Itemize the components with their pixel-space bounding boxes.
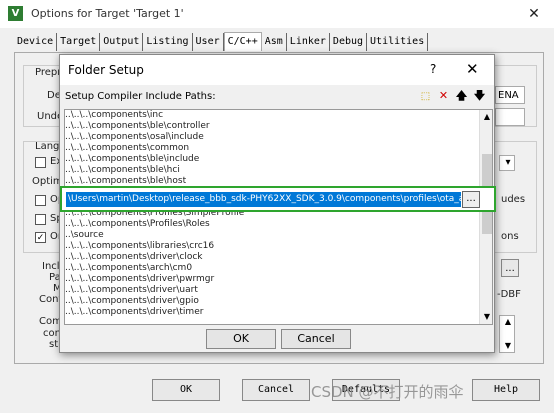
compiler-string-scrollbar[interactable]: ▲ ▼ xyxy=(499,315,515,353)
warnings-label-tail: ons xyxy=(501,231,519,242)
tab-c-cpp[interactable]: C/C++ xyxy=(223,32,262,51)
includes-label-tail: udes xyxy=(501,194,526,205)
include-path-item[interactable]: ..\source xyxy=(65,230,104,241)
include-path-item[interactable]: ..\..\..\components\driver\clock xyxy=(65,252,203,263)
include-path-item[interactable]: ..\..\..\components\arch\cm0 xyxy=(65,263,192,274)
misc-controls-value: -DBF xyxy=(497,289,521,300)
help-button[interactable]: Help xyxy=(472,379,540,401)
include-path-item[interactable]: ..\..\..\components\driver\pwrmgr xyxy=(65,274,214,285)
tab-asm[interactable]: Asm xyxy=(262,33,287,51)
include-path-item[interactable]: ..\..\..\components\ble\include xyxy=(65,154,199,165)
scroll-up-icon[interactable]: ▲ xyxy=(480,110,492,124)
undefine-field-tail[interactable] xyxy=(495,108,525,126)
tab-strip: Device Target Output Listing User C/C++ Asm Lin… xyxy=(14,32,429,52)
include-path-item[interactable]: ..\..\..\components\ble\hci xyxy=(65,165,180,176)
cancel-button[interactable]: Cancel xyxy=(242,379,310,401)
move-down-icon[interactable]: 🡇 xyxy=(471,88,488,104)
include-path-item[interactable]: ..\..\..\components\driver\gpio xyxy=(65,296,199,307)
folder-cancel-button[interactable]: Cancel xyxy=(281,329,351,349)
close-icon[interactable]: ✕ xyxy=(466,60,479,78)
one-elf-checkbox[interactable]: ✓ xyxy=(35,232,46,243)
help-icon[interactable]: ? xyxy=(430,62,436,76)
scroll-down-icon[interactable]: ▼ xyxy=(480,310,492,324)
watermark: CSDN @不打开的雨伞 xyxy=(311,383,464,401)
include-path-item[interactable]: ..\..\..\components\libraries\crc16 xyxy=(65,241,214,252)
tab-linker[interactable]: Linker xyxy=(287,33,330,51)
execute-only-checkbox[interactable] xyxy=(35,157,46,168)
include-paths-label: Setup Compiler Include Paths: xyxy=(65,91,216,102)
delete-icon[interactable]: ✕ xyxy=(435,88,452,104)
split-checkbox[interactable] xyxy=(35,214,46,225)
optimize-checkbox[interactable] xyxy=(35,195,46,206)
move-up-icon[interactable]: 🡅 xyxy=(453,88,470,104)
include-path-item[interactable]: ..\..\..\components\driver\uart xyxy=(65,285,198,296)
include-path-item[interactable]: ..\..\..\components\Profiles\Roles xyxy=(65,219,210,230)
ok-button[interactable]: OK xyxy=(152,379,220,401)
window-title: Options for Target 'Target 1' xyxy=(31,7,184,20)
list-scrollbar[interactable]: ▲ ▼ xyxy=(479,110,492,324)
tab-user[interactable]: User xyxy=(193,33,224,51)
include-path-item[interactable]: ..\..\..\components\osal\include xyxy=(65,132,204,143)
title-bar: V Options for Target 'Target 1' ✕ xyxy=(0,0,554,28)
keil-app-icon: V xyxy=(8,6,23,21)
path-edit-row: \Users\martin\Desktop\release_bbb_sdk-PH… xyxy=(60,186,496,212)
tab-device[interactable]: Device xyxy=(14,33,58,51)
tab-listing[interactable]: Listing xyxy=(143,33,193,51)
include-path-item[interactable]: ..\..\..\components\ble\controller xyxy=(65,121,210,132)
optimization-dropdown-arrow[interactable]: ▾ xyxy=(499,155,515,171)
include-path-item[interactable]: ..\..\..\components\driver\timer xyxy=(65,307,203,318)
folder-setup-dialog: Folder Setup ? ✕ Setup Compiler Include … xyxy=(59,54,496,353)
include-paths-list[interactable]: ..\..\..\components\inc ..\..\..\componen… xyxy=(64,109,493,325)
define-field-tail[interactable]: ENA xyxy=(495,86,525,104)
tab-output[interactable]: Output xyxy=(100,33,144,51)
new-folder-icon[interactable]: ⬚ xyxy=(417,89,434,105)
path-toolbar: ⬚ ✕ 🡅 🡇 xyxy=(416,88,488,106)
tab-debug[interactable]: Debug xyxy=(330,33,368,51)
path-edit-field[interactable]: \Users\martin\Desktop\release_bbb_sdk-PH… xyxy=(66,192,461,207)
browse-folder-button[interactable]: ... xyxy=(462,191,480,208)
folder-ok-button[interactable]: OK xyxy=(206,329,276,349)
include-browse-button[interactable]: ... xyxy=(501,259,519,277)
close-button[interactable]: ✕ xyxy=(521,4,547,24)
folder-setup-title: Folder Setup xyxy=(68,63,144,77)
include-path-item[interactable]: ..\..\..\components\inc xyxy=(65,110,163,121)
folder-setup-body: Setup Compiler Include Paths: ⬚ ✕ 🡅 🡇 ..\..… xyxy=(60,85,494,352)
tab-utilities[interactable]: Utilities xyxy=(367,33,429,51)
include-path-item[interactable]: ..\..\..\components\common xyxy=(65,143,189,154)
tab-target[interactable]: Target xyxy=(57,33,101,51)
